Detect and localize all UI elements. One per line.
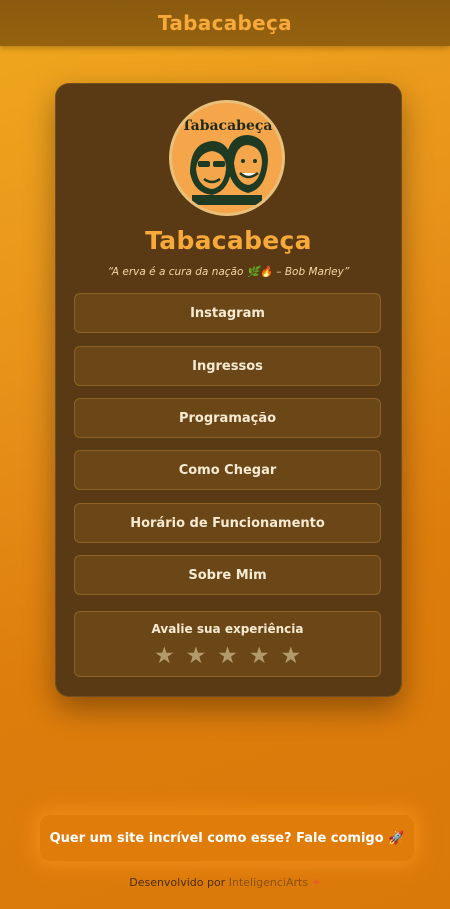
star-icon-2[interactable]: ★ (186, 644, 207, 668)
ingressos-button[interactable]: Ingressos (74, 346, 381, 386)
horario-button[interactable]: Horário de Funcionamento (74, 503, 381, 543)
rating-label: Avalie sua experiência (151, 622, 304, 636)
bob-marley-quote: “A erva é a cura da nação 🌿🔥 – Bob Marle… (107, 266, 350, 278)
tabacabeca-logo: Tabacabeça (169, 100, 285, 216)
app-title: Tabacabeça (158, 11, 292, 35)
star-icon-4[interactable]: ★ (249, 644, 270, 668)
sobre-mim-button-label: Sobre Mim (188, 567, 267, 583)
sobre-mim-button[interactable]: Sobre Mim (74, 555, 381, 595)
sparkle-icon: ✦ (311, 876, 321, 889)
logo-illustration: Tabacabeça (172, 103, 282, 213)
cta-label: Quer um site incrível como esse? Fale co… (49, 830, 405, 846)
logo-text: Tabacabeça (182, 118, 273, 134)
footer: Desenvolvido por InteligenciArts ✦ (0, 876, 450, 889)
como-chegar-button[interactable]: Como Chegar (74, 450, 381, 490)
footer-prefix: Desenvolvido por (129, 876, 226, 889)
brand-name: Tabacabeça (145, 226, 312, 255)
star-icon-3[interactable]: ★ (217, 644, 238, 668)
programacao-button-label: Programação (178, 410, 277, 426)
profile-card: Tabacabeça Tabacabeça “A erva é a cura d… (55, 83, 402, 697)
star-icon-1[interactable]: ★ (154, 644, 175, 668)
instagram-button[interactable]: Instagram (74, 293, 381, 333)
contact-cta-button[interactable]: Quer um site incrível como esse? Fale co… (40, 815, 414, 861)
programacao-button[interactable]: Programação (74, 398, 381, 438)
rating-stars: ★ ★ ★ ★ ★ (75, 644, 380, 668)
rating-widget: Avalie sua experiência ★ ★ ★ ★ ★ (74, 611, 381, 677)
como-chegar-button-label: Como Chegar (178, 462, 277, 478)
star-icon-5[interactable]: ★ (280, 644, 301, 668)
horario-button-label: Horário de Funcionamento (130, 515, 325, 531)
instagram-button-label: Instagram (190, 305, 265, 321)
ingressos-button-label: Ingressos (192, 358, 263, 374)
app-header: Tabacabeça (0, 0, 450, 46)
developer-link[interactable]: InteligenciArts (229, 876, 308, 889)
